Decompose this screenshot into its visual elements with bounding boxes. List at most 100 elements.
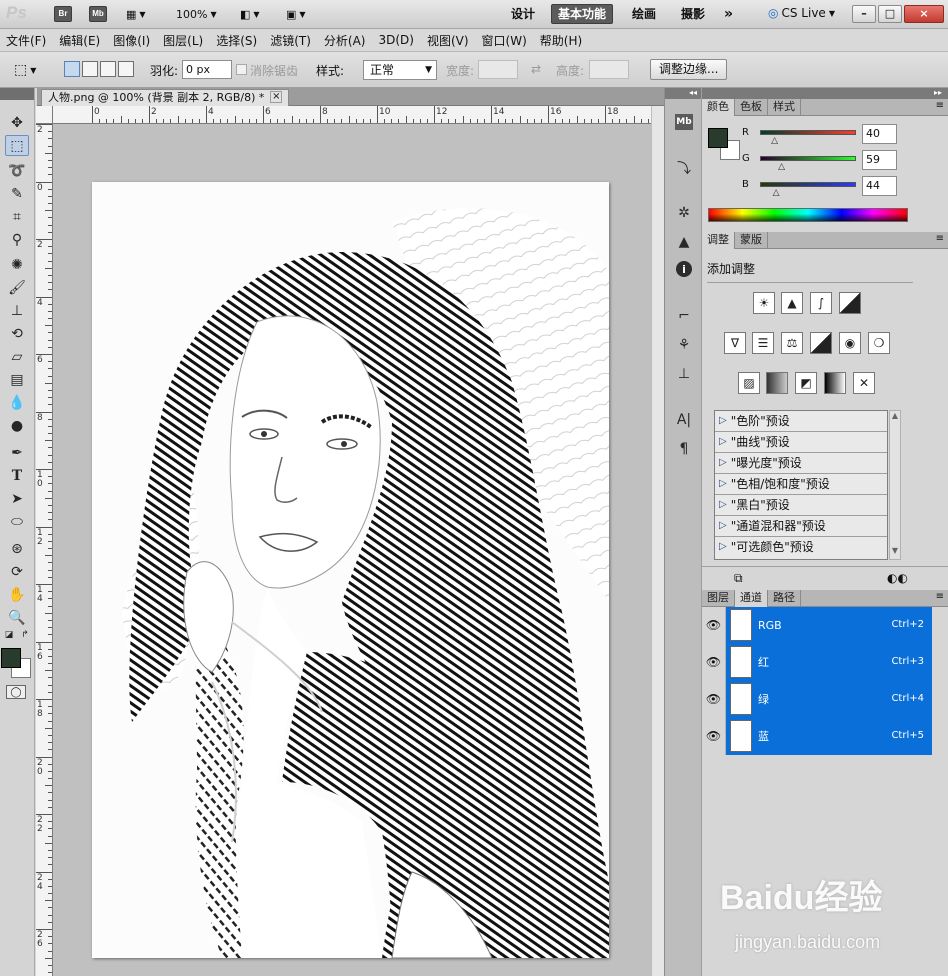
eye-icon[interactable]: 👁 <box>702 606 726 644</box>
path-selection-tool-icon[interactable]: ➤ <box>5 488 29 509</box>
red-slider-thumb[interactable]: △ <box>771 136 778 146</box>
brush-presets-panel-icon[interactable]: ⌐ <box>673 306 695 326</box>
blue-slider-thumb[interactable]: △ <box>773 188 780 198</box>
channel-red[interactable]: 红 Ctrl+3 <box>726 643 932 681</box>
menu-help[interactable]: 帮助(H) <box>540 32 590 49</box>
screen-mode-dropdown[interactable]: ▣ ▼ <box>286 6 306 22</box>
green-slider-thumb[interactable]: △ <box>778 162 785 172</box>
color-panel-foreground[interactable] <box>708 128 728 148</box>
workspace-photography[interactable]: 摄影 <box>675 4 711 24</box>
3d-orbit-tool-icon[interactable]: ⟳ <box>5 561 29 582</box>
eye-icon[interactable]: 👁 <box>702 643 726 681</box>
clone-stamp-tool-icon[interactable]: ⊥ <box>5 300 29 321</box>
tab-paths[interactable]: 路径 <box>768 590 801 606</box>
menu-window[interactable]: 窗口(W) <box>482 32 535 49</box>
menu-select[interactable]: 选择(S) <box>216 32 265 49</box>
levels-icon[interactable]: ▲ <box>781 292 803 314</box>
table-row[interactable]: 👁 红 Ctrl+3 <box>702 643 932 681</box>
menu-file[interactable]: 文件(F) <box>6 32 54 49</box>
blur-tool-icon[interactable]: 💧 <box>5 392 29 413</box>
blue-value-input[interactable]: 44 <box>862 176 897 196</box>
brush-tool-icon[interactable]: 🖌 <box>5 277 29 298</box>
list-item[interactable]: ▷ "通道混和器"预设 <box>715 516 887 537</box>
swap-colors-icon[interactable]: ↱ <box>18 629 32 641</box>
document-tab[interactable]: 人物.png @ 100% (背景 副本 2, RGB/8) * × <box>41 89 290 106</box>
default-colors-icon[interactable]: ◪ <box>2 629 16 641</box>
channel-mixer-icon[interactable]: ❍ <box>868 332 890 354</box>
minimize-button[interactable]: – <box>852 5 876 23</box>
bridge-button[interactable]: Br <box>54 6 72 22</box>
close-icon[interactable]: × <box>270 91 283 103</box>
clip-to-layer-icon[interactable]: ◐◐ <box>887 571 908 585</box>
blue-slider[interactable] <box>760 182 856 187</box>
red-value-input[interactable]: 40 <box>862 124 897 144</box>
horizontal-ruler[interactable]: 0 2 4 6 8 10 12 14 16 18 <box>53 106 656 124</box>
green-slider[interactable] <box>760 156 856 161</box>
info-panel-icon[interactable]: i <box>676 261 692 277</box>
crop-tool-icon[interactable]: ⌗ <box>5 206 29 227</box>
spot-healing-tool-icon[interactable]: ✺ <box>5 254 29 275</box>
move-tool-icon[interactable]: ✥ <box>5 112 29 133</box>
pen-tool-icon[interactable]: ✒ <box>5 442 29 463</box>
tab-adjustments[interactable]: 调整 <box>702 232 735 249</box>
exposure-icon[interactable] <box>839 292 861 314</box>
color-spectrum-bar[interactable] <box>708 208 908 222</box>
preset-scrollbar[interactable]: ▲ ▼ <box>889 410 901 560</box>
feather-input[interactable]: 0 px <box>182 60 232 79</box>
red-slider[interactable] <box>760 130 856 135</box>
zoom-tool-icon[interactable]: 🔍 <box>5 607 29 628</box>
gradient-map-icon[interactable] <box>824 372 846 394</box>
tab-color[interactable]: 颜色 <box>702 99 735 116</box>
curves-icon[interactable]: ∫ <box>810 292 832 314</box>
list-item[interactable]: ▷ "可选颜色"预设 <box>715 537 887 558</box>
mini-bridge-panel-icon[interactable]: Mb <box>675 114 693 130</box>
tool-preset-picker[interactable]: ⬚ ▼ <box>14 62 36 78</box>
selective-color-icon[interactable]: ✕ <box>853 372 875 394</box>
menu-filter[interactable]: 滤镜(T) <box>270 32 319 49</box>
list-item[interactable]: ▷ "曝光度"预设 <box>715 453 887 474</box>
hand-tool-icon[interactable]: ✋ <box>5 584 29 605</box>
intersect-selection-mode[interactable] <box>118 61 134 77</box>
subtract-selection-mode[interactable] <box>100 61 116 77</box>
panel-menu-icon[interactable]: ≡ <box>936 100 944 111</box>
foreground-color-swatch[interactable] <box>1 648 21 668</box>
channel-rgb[interactable]: RGB Ctrl+2 <box>726 606 932 644</box>
cs-live-button[interactable]: ◎ CS Live ▼ <box>768 5 835 21</box>
history-brush-tool-icon[interactable]: ⟲ <box>5 323 29 344</box>
style-select[interactable]: 正常 ▼ <box>363 60 437 80</box>
eyedropper-tool-icon[interactable]: ⚲ <box>5 229 29 250</box>
invert-icon[interactable]: ▨ <box>738 372 760 394</box>
gradient-tool-icon[interactable]: ▤ <box>5 369 29 390</box>
posterize-icon[interactable] <box>766 372 788 394</box>
history-panel-icon[interactable]: ⤵ <box>673 158 695 178</box>
list-item[interactable]: ▷ "黑白"预设 <box>715 495 887 516</box>
more-workspaces-button[interactable]: » <box>718 4 739 24</box>
tool-presets-panel-icon[interactable]: ⊥ <box>673 364 695 384</box>
type-tool-icon[interactable]: T <box>5 465 29 486</box>
eraser-tool-icon[interactable]: ▱ <box>5 346 29 367</box>
character-panel-icon[interactable]: A| <box>673 410 695 430</box>
lasso-tool-icon[interactable]: ➰ <box>5 160 29 181</box>
menu-3d[interactable]: 3D(D) <box>378 33 421 47</box>
canvas-image[interactable] <box>92 182 609 958</box>
add-selection-mode[interactable] <box>82 61 98 77</box>
tab-channels[interactable]: 通道 <box>735 590 768 607</box>
tab-masks[interactable]: 蒙版 <box>735 232 768 248</box>
eye-icon[interactable]: 👁 <box>702 680 726 718</box>
menu-layer[interactable]: 图层(L) <box>163 32 211 49</box>
close-button[interactable]: × <box>904 5 944 23</box>
workspace-painting[interactable]: 绘画 <box>626 4 662 24</box>
threshold-icon[interactable]: ◩ <box>795 372 817 394</box>
channel-green[interactable]: 绿 Ctrl+4 <box>726 680 932 718</box>
return-to-list-icon[interactable]: ⧉ <box>734 571 743 586</box>
tab-styles[interactable]: 样式 <box>768 99 801 115</box>
vertical-scrollbar[interactable] <box>651 106 664 976</box>
quick-mask-icon[interactable]: ◯ <box>6 685 26 699</box>
panel-menu-icon[interactable]: ≡ <box>936 233 944 244</box>
menu-view[interactable]: 视图(V) <box>427 32 477 49</box>
table-row[interactable]: 👁 蓝 Ctrl+5 <box>702 717 932 755</box>
panel-menu-icon[interactable]: ≡ <box>936 591 944 602</box>
navigator-panel-icon[interactable]: ✲ <box>673 203 695 223</box>
tools-panel-grip[interactable] <box>0 88 34 100</box>
table-row[interactable]: 👁 绿 Ctrl+4 <box>702 680 932 718</box>
